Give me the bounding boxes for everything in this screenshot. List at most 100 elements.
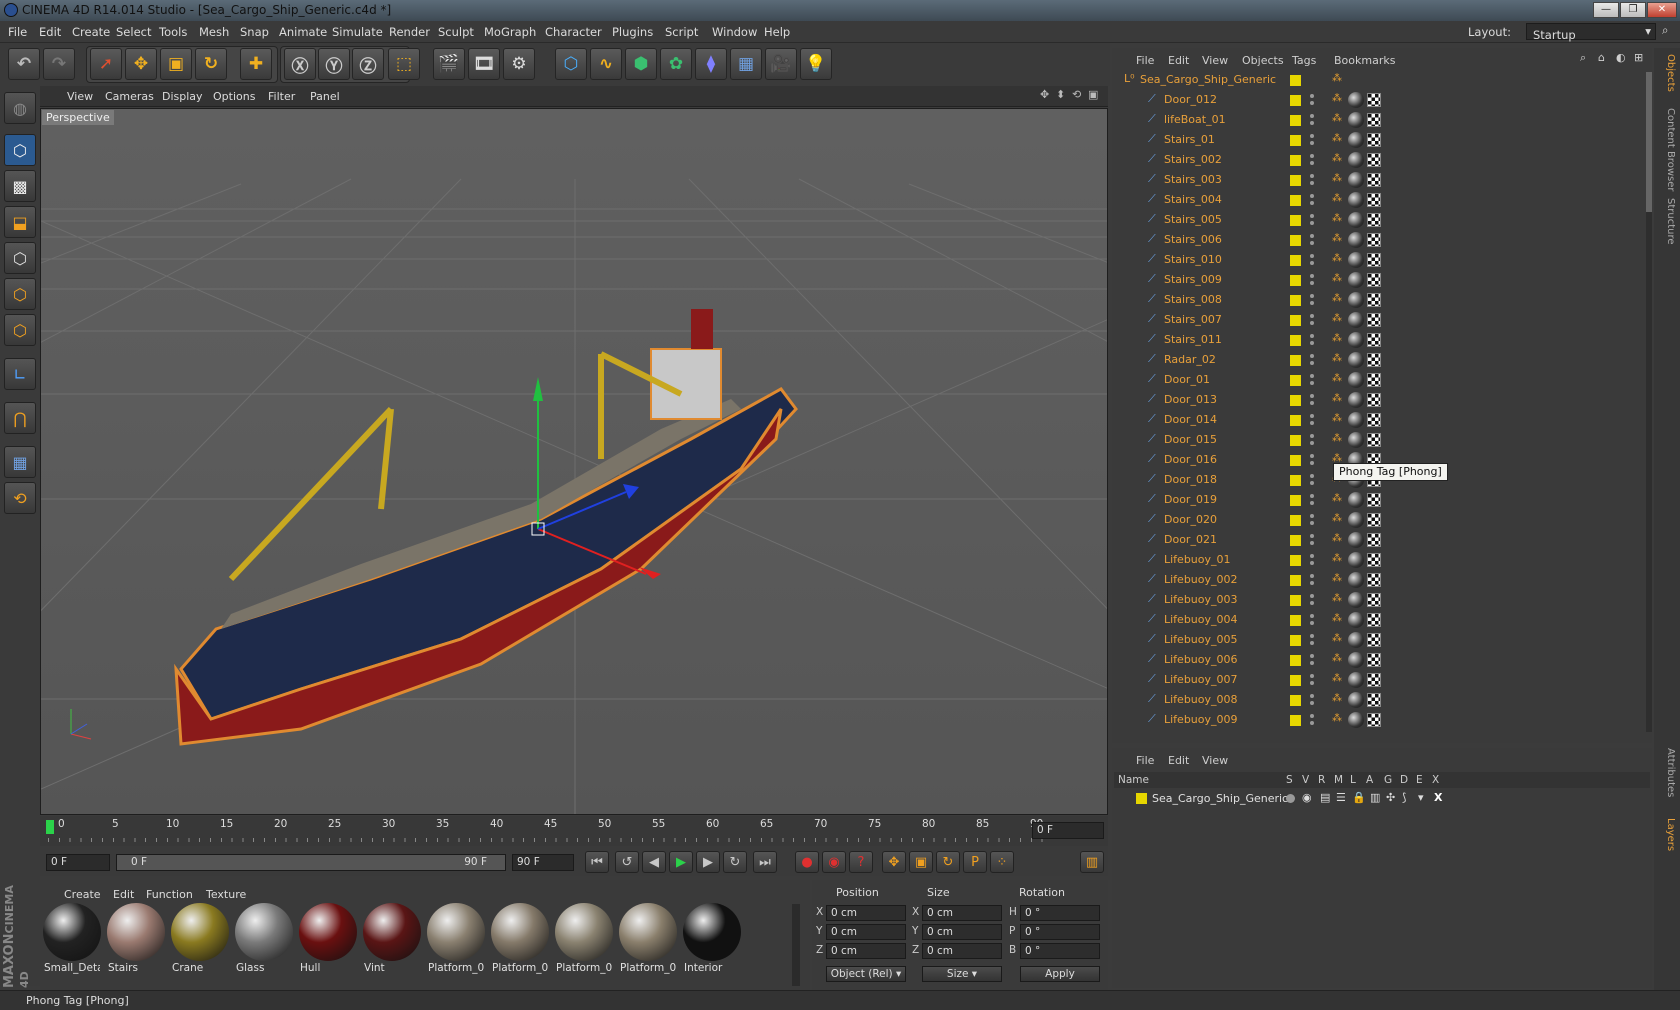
- minimize-button[interactable]: —: [1593, 2, 1619, 18]
- object-root-row[interactable]: L⁰ Sea_Cargo_Ship_Generic ⁂: [1114, 70, 1646, 90]
- render-settings-icon[interactable]: ⚙: [503, 48, 535, 80]
- material-item[interactable]: Hull: [298, 902, 358, 978]
- undo-icon[interactable]: ↶: [8, 48, 40, 80]
- editor-visibility-dot[interactable]: [1310, 154, 1314, 158]
- phong-tag-icon[interactable]: ⁂: [1332, 553, 1346, 567]
- object-row[interactable]: ⟋ Lifebuoy_006 ⁂: [1114, 650, 1646, 670]
- layer-menu-file[interactable]: File: [1136, 754, 1154, 767]
- material-menu-create[interactable]: Create: [64, 888, 101, 901]
- object-menu-view[interactable]: View: [1202, 54, 1228, 67]
- phong-tag-icon[interactable]: ⁂: [1332, 493, 1346, 507]
- layer-menu-edit[interactable]: Edit: [1168, 754, 1189, 767]
- phong-tag-icon[interactable]: ⁂: [1332, 113, 1346, 127]
- solo-toggle[interactable]: [1286, 794, 1295, 803]
- viewport-menu-options[interactable]: Options: [213, 90, 255, 103]
- material-item[interactable]: Glass: [234, 902, 294, 978]
- viewport-dolly-icon[interactable]: ⬍: [1056, 88, 1065, 101]
- lock-icon[interactable]: 🔒: [1352, 791, 1366, 804]
- material-tag-icon[interactable]: [1348, 432, 1364, 448]
- uvw-tag-icon[interactable]: [1367, 713, 1381, 727]
- phong-tag-icon[interactable]: ⁂: [1332, 573, 1346, 587]
- material-tag-icon[interactable]: [1348, 152, 1364, 168]
- layer-color-swatch[interactable]: [1290, 115, 1301, 126]
- material-menu-edit[interactable]: Edit: [113, 888, 134, 901]
- object-row[interactable]: ⟋ Stairs_004 ⁂: [1114, 190, 1646, 210]
- material-tag-icon[interactable]: [1348, 392, 1364, 408]
- uvw-tag-icon[interactable]: [1367, 353, 1381, 367]
- editor-visibility-dot[interactable]: [1310, 534, 1314, 538]
- menu-edit[interactable]: Edit: [39, 25, 61, 39]
- object-row[interactable]: ⟋ Stairs_007 ⁂: [1114, 310, 1646, 330]
- layer-color-swatch[interactable]: [1290, 415, 1301, 426]
- render-visibility-dot[interactable]: [1310, 481, 1314, 485]
- layer-color-swatch[interactable]: [1290, 675, 1301, 686]
- layer-color-swatch[interactable]: [1290, 495, 1301, 506]
- layer-color-swatch[interactable]: [1290, 155, 1301, 166]
- render-visibility-dot[interactable]: [1310, 281, 1314, 285]
- keyframe-selection-icon[interactable]: ?: [849, 851, 873, 873]
- menu-tools[interactable]: Tools: [159, 25, 187, 39]
- editor-visibility-dot[interactable]: [1310, 174, 1314, 178]
- z-axis-icon[interactable]: Ⓩ: [352, 48, 384, 80]
- phong-tag-icon[interactable]: ⁂: [1332, 333, 1346, 347]
- array-icon[interactable]: ✿: [660, 48, 692, 80]
- rotate-icon[interactable]: ↻: [195, 48, 227, 80]
- uvw-tag-icon[interactable]: [1367, 213, 1381, 227]
- uvw-tag-icon[interactable]: [1367, 573, 1381, 587]
- render-visibility-dot[interactable]: [1310, 441, 1314, 445]
- material-item[interactable]: Platform_0:: [554, 902, 614, 978]
- phong-tag-icon[interactable]: ⁂: [1332, 693, 1346, 707]
- material-item[interactable]: Interior: [682, 902, 742, 978]
- timeline-ruler[interactable]: 051015202530354045505560657075808590 0 F: [40, 816, 1108, 846]
- cube-icon[interactable]: ⬡: [555, 48, 587, 80]
- uvw-tag-icon[interactable]: [1367, 693, 1381, 707]
- camera-icon[interactable]: 🎥: [765, 48, 797, 80]
- object-row[interactable]: ⟋ Lifebuoy_002 ⁂: [1114, 570, 1646, 590]
- material-tag-icon[interactable]: [1348, 492, 1364, 508]
- editor-visibility-dot[interactable]: [1310, 654, 1314, 658]
- eye-icon[interactable]: ◐: [1616, 51, 1626, 64]
- editor-visibility-dot[interactable]: [1310, 634, 1314, 638]
- render-visibility-dot[interactable]: [1310, 461, 1314, 465]
- material-tag-icon[interactable]: [1348, 612, 1364, 628]
- phong-tag-icon[interactable]: ⁂: [1332, 173, 1346, 187]
- key-rotation-icon[interactable]: ↻: [936, 851, 960, 873]
- axis-mode-icon[interactable]: ∟: [4, 358, 36, 390]
- points-mode-icon[interactable]: ⬡: [4, 242, 36, 274]
- animation-icon[interactable]: ▥: [1370, 791, 1380, 804]
- object-row[interactable]: ⟋ Stairs_002 ⁂: [1114, 150, 1646, 170]
- render-visibility-dot[interactable]: [1310, 721, 1314, 725]
- y-axis-icon[interactable]: Ⓨ: [318, 48, 350, 80]
- coordinate-mode-dropdown[interactable]: Object (Rel) ▾: [826, 966, 906, 982]
- editor-visibility-dot[interactable]: [1310, 114, 1314, 118]
- object-row[interactable]: ⟋ Lifebuoy_01 ⁂: [1114, 550, 1646, 570]
- editor-visibility-dot[interactable]: [1310, 254, 1314, 258]
- editor-visibility-dot[interactable]: [1310, 394, 1314, 398]
- object-row[interactable]: ⟋ Lifebuoy_005 ⁂: [1114, 630, 1646, 650]
- menu-sculpt[interactable]: Sculpt: [438, 25, 474, 39]
- editor-visibility-dot[interactable]: [1310, 94, 1314, 98]
- xref-icon[interactable]: X: [1434, 791, 1442, 804]
- editor-visibility-dot[interactable]: [1310, 514, 1314, 518]
- uvw-tag-icon[interactable]: [1367, 193, 1381, 207]
- timeline-window-icon[interactable]: ▥: [1080, 851, 1104, 873]
- render-visibility-dot[interactable]: [1310, 641, 1314, 645]
- editor-visibility-dot[interactable]: [1310, 694, 1314, 698]
- object-row[interactable]: ⟋ Stairs_009 ⁂: [1114, 270, 1646, 290]
- phong-tag-icon[interactable]: ⁂: [1332, 393, 1346, 407]
- key-scale-icon[interactable]: ▣: [909, 851, 933, 873]
- menu-character[interactable]: Character: [545, 25, 602, 39]
- editor-visibility-dot[interactable]: [1310, 334, 1314, 338]
- object-menu-objects[interactable]: Objects: [1242, 54, 1284, 67]
- editor-visibility-dot[interactable]: [1310, 494, 1314, 498]
- playhead[interactable]: [46, 820, 54, 834]
- editor-visibility-dot[interactable]: [1310, 434, 1314, 438]
- menu-file[interactable]: File: [8, 25, 27, 39]
- uvw-tag-icon[interactable]: [1367, 653, 1381, 667]
- material-tag-icon[interactable]: [1348, 92, 1364, 108]
- deformers-icon[interactable]: ⟆: [1402, 791, 1406, 804]
- phong-tag-icon[interactable]: ⁂: [1332, 213, 1346, 227]
- home-icon[interactable]: ⌂: [1598, 51, 1605, 64]
- material-tag-icon[interactable]: [1348, 232, 1364, 248]
- layer-color-swatch[interactable]: [1290, 615, 1301, 626]
